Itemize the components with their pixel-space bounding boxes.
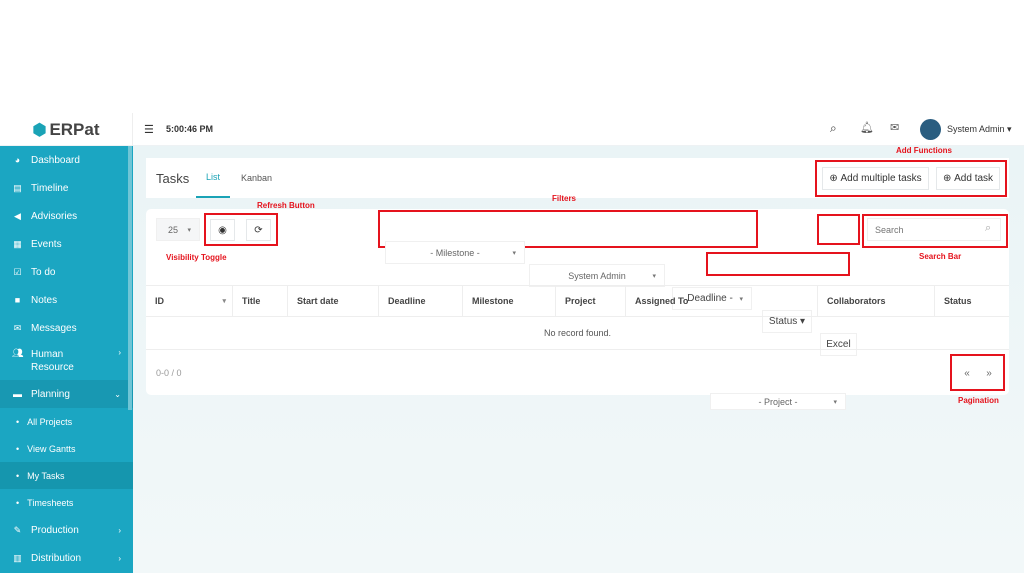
sidebar-item-notes[interactable]: ■ Notes — [0, 286, 133, 314]
annotation-label: Search Bar — [919, 252, 962, 261]
column-header-id[interactable]: ID ▾ — [146, 286, 233, 316]
tab-kanban[interactable]: Kanban — [241, 173, 272, 183]
table-header: ID ▾ Title Start date Deadline Milestone Proje… — [146, 285, 1009, 317]
logo-icon: ⬢ — [32, 121, 47, 139]
production-icon: ✎ — [13, 524, 22, 535]
plus-circle-icon: ⊕ — [829, 173, 841, 184]
briefcase-icon: ▬ — [13, 389, 22, 399]
annotation-box — [817, 214, 860, 245]
sidebar-sub-view-gantts[interactable]: • View Gantts — [0, 435, 133, 462]
dashboard-icon: ◕ — [14, 155, 21, 165]
sidebar-item-messages[interactable]: ✉ Messages — [0, 314, 133, 342]
sort-icon: ▾ — [222, 298, 226, 305]
checkbox-icon: ☑ — [13, 266, 22, 277]
clock: 5:00:46 PM — [166, 124, 214, 134]
menu-toggle-icon[interactable]: ☰ — [144, 123, 154, 136]
page-title: Tasks — [156, 171, 190, 186]
column-header-milestone[interactable]: Milestone — [463, 286, 556, 316]
sidebar-item-dashboard[interactable]: ◕ Dashboard — [0, 146, 133, 174]
users-icon: 👥︎ — [12, 348, 24, 358]
timeline-icon: ▤ — [13, 182, 22, 193]
sidebar-item-distribution[interactable]: ▥ Distribution › — [0, 544, 133, 572]
visibility-toggle-button[interactable]: ◉ — [210, 219, 235, 241]
refresh-icon: ⟳ — [254, 224, 263, 236]
prev-page-button[interactable]: « — [957, 362, 977, 384]
refresh-button[interactable]: ⟳ — [246, 219, 271, 241]
sidebar-item-events[interactable]: ▦ Events — [0, 230, 133, 258]
sidebar-item-production[interactable]: ✎ Production › — [0, 516, 133, 544]
calendar-icon: ▦ — [13, 238, 22, 249]
sidebar: ◕ Dashboard ▤ Timeline ◀ Advisories ▦ Events ☑ To… — [0, 146, 133, 573]
column-header-project[interactable]: Project — [556, 286, 626, 316]
logo[interactable]: ⬢ ERPat — [0, 113, 133, 146]
annotation-box — [706, 252, 850, 276]
search-icon[interactable]: ⌕ — [830, 121, 837, 136]
sidebar-scrollbar[interactable] — [128, 146, 132, 410]
sidebar-item-advisories[interactable]: ◀ Advisories — [0, 202, 133, 230]
milestone-filter[interactable]: - Milestone - ▾ — [385, 241, 525, 264]
next-page-button[interactable]: » — [979, 362, 999, 384]
tab-list[interactable]: List — [196, 158, 230, 198]
sidebar-item-human-resource[interactable]: 👥︎ Human Resource › — [0, 342, 133, 380]
plus-circle-icon: ⊕ — [942, 173, 955, 184]
search-input[interactable] — [867, 218, 1001, 241]
column-header-start-date[interactable]: Start date — [288, 286, 379, 316]
annotation-label: Visibility Toggle — [166, 253, 227, 262]
column-header-title[interactable]: Title — [233, 286, 288, 316]
column-header-assigned-to[interactable]: Assigned To — [626, 286, 818, 316]
bell-icon[interactable]: 🔔︎ — [860, 121, 874, 134]
annotation-label: Add Functions — [896, 146, 952, 155]
envelope-icon: ✉ — [13, 322, 22, 333]
column-header-collaborators[interactable]: Collaborators — [818, 286, 935, 316]
empty-state: No record found. — [146, 317, 1009, 350]
sidebar-item-planning[interactable]: ▬ Planning ⌄ — [0, 380, 133, 408]
sidebar-item-to-do[interactable]: ☑ To do — [0, 258, 133, 286]
note-icon: ■ — [14, 295, 21, 305]
add-multiple-tasks-button[interactable]: ⊕ Add multiple tasks — [822, 167, 929, 190]
annotation-label: Pagination — [958, 396, 999, 405]
eye-slash-icon: ◉ — [218, 224, 227, 236]
record-range: 0-0 / 0 — [156, 368, 182, 378]
megaphone-icon: ◀ — [14, 210, 21, 221]
sidebar-sub-my-tasks[interactable]: • My Tasks — [0, 462, 133, 489]
page-size-select[interactable]: 25 ▾ — [156, 218, 200, 241]
sidebar-sub-timesheets[interactable]: • Timesheets — [0, 489, 133, 516]
building-icon: ▥ — [13, 552, 22, 563]
avatar[interactable] — [920, 119, 941, 140]
mail-icon[interactable]: ✉ — [890, 121, 899, 134]
column-header-deadline[interactable]: Deadline — [379, 286, 463, 316]
project-filter[interactable]: - Project - ▾ — [710, 393, 846, 410]
sidebar-item-timeline[interactable]: ▤ Timeline — [0, 174, 133, 202]
annotation-label: Refresh Button — [257, 201, 315, 210]
user-menu[interactable]: System Admin ▾ — [947, 124, 1012, 135]
add-task-button[interactable]: ⊕ Add task — [936, 167, 1000, 190]
sidebar-sub-all-projects[interactable]: • All Projects — [0, 408, 133, 435]
assignee-filter[interactable]: System Admin ▾ — [529, 264, 665, 287]
search-icon[interactable]: ⌕ — [985, 222, 991, 235]
column-header-status[interactable]: Status — [935, 286, 1009, 316]
annotation-label: Filters — [552, 194, 577, 203]
